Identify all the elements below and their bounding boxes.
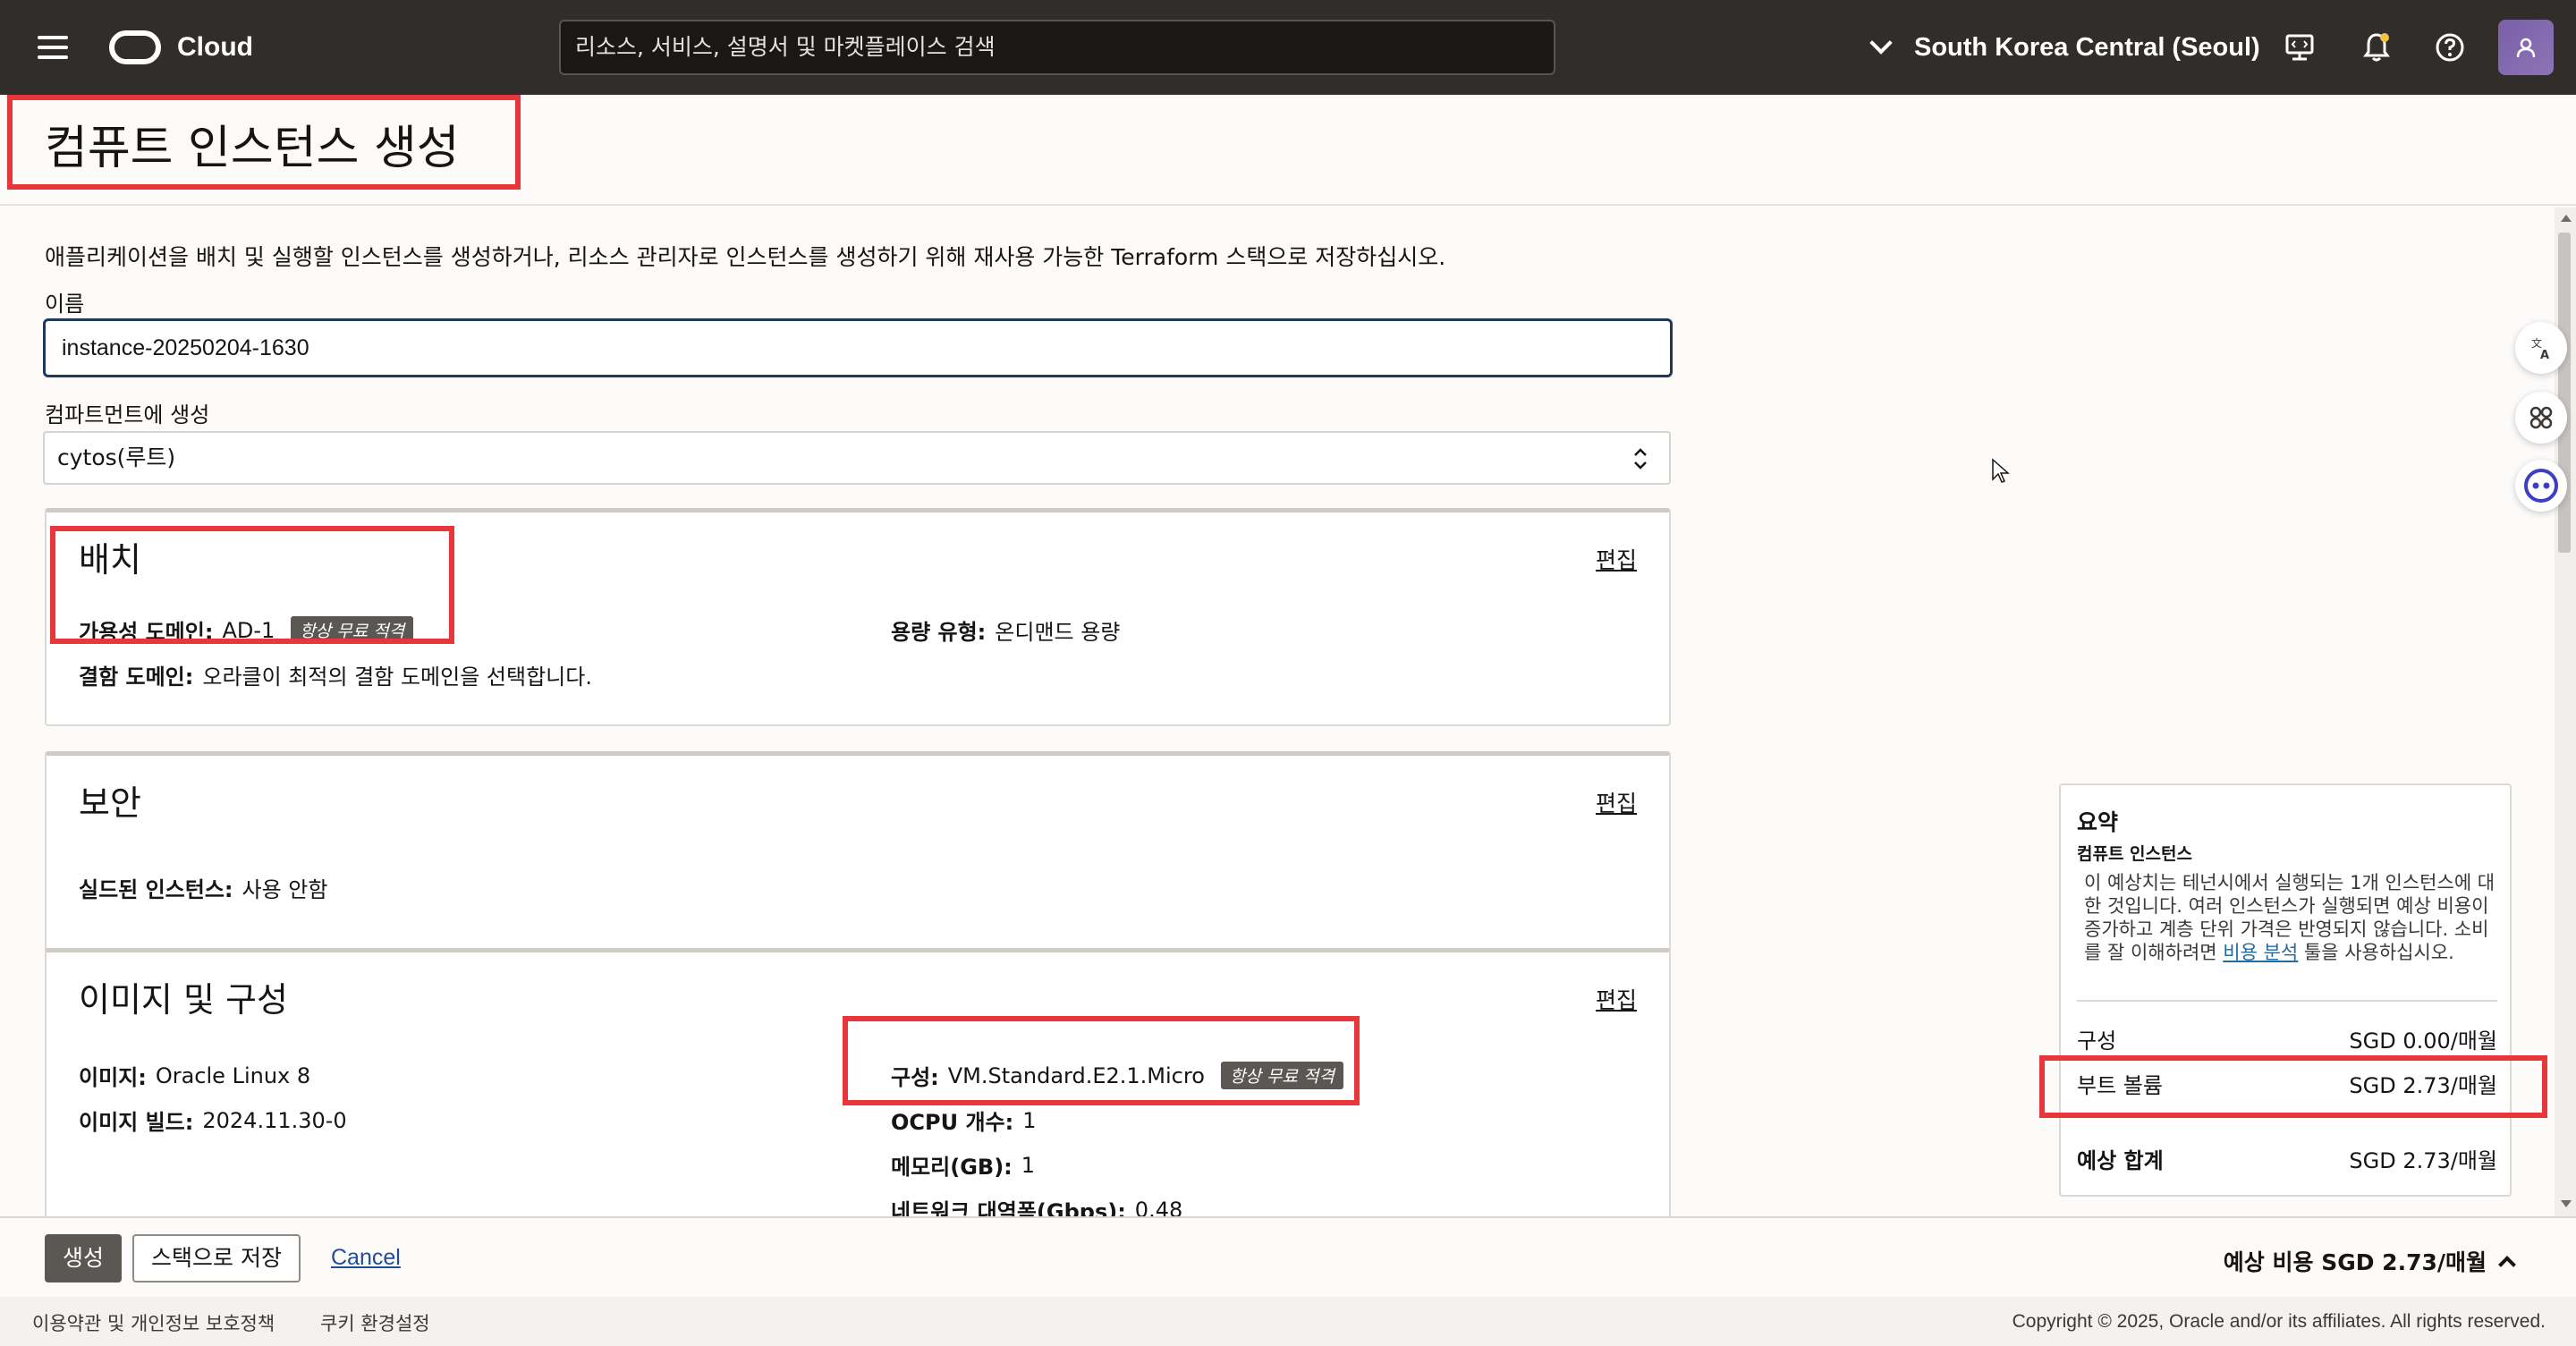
ocpu-key: OCPU 개수:	[891, 1110, 1014, 1135]
mouse-cursor-icon	[1992, 458, 2010, 483]
image-build-value: 2024.11.30-0	[202, 1107, 347, 1133]
summary-subtitle: 컴퓨트 인스턴스	[2077, 844, 2192, 864]
cookie-preferences-link[interactable]: 쿠키 환경설정	[320, 1309, 430, 1336]
cost-analysis-link[interactable]: 비용 분석	[2223, 942, 2298, 963]
memory-value: 1	[1021, 1152, 1036, 1178]
instance-name-input[interactable]: instance-20250204-1630	[43, 318, 1673, 377]
shape-key: 구성:	[891, 1065, 939, 1090]
image-shape-edit-link[interactable]: 편집	[1596, 983, 1637, 1015]
region-selector[interactable]: South Korea Central (Seoul)	[1869, 27, 2260, 68]
estimated-cost-text: 예상 비용 SGD 2.73/매월	[2223, 1249, 2487, 1275]
name-label: 이름	[45, 292, 85, 317]
compartment-select[interactable]: cytos(루트)	[43, 431, 1671, 485]
save-as-stack-button[interactable]: 스택으로 저장	[132, 1234, 301, 1283]
create-button[interactable]: 생성	[45, 1234, 122, 1283]
notifications-bell-icon[interactable]	[2358, 29, 2395, 66]
summary-row-label: 부트 볼륨	[2077, 1073, 2163, 1098]
availability-domain: 가용성 도메인: AD-1 항상 무료 적격	[79, 614, 414, 646]
image-shape-card: 이미지 및 구성 편집 이미지: Oracle Linux 8 이미지 빌드: …	[45, 948, 1671, 1216]
developer-tools-icon[interactable]	[2281, 29, 2318, 66]
fault-domain: 결함 도메인: 오라클이 최적의 결함 도메인을 선택합니다.	[79, 659, 592, 690]
terms-privacy-link[interactable]: 이용약관 및 개인정보 보호정책	[32, 1309, 275, 1336]
summary-row-value: SGD 2.73/매월	[2349, 1073, 2497, 1098]
always-free-badge: 항상 무료 적격	[1220, 1062, 1343, 1089]
page-title-area: 컴퓨트 인스턴스 생성	[0, 95, 2576, 206]
summary-note-text-end: 툴을 사용하십시오.	[2298, 942, 2454, 963]
help-icon[interactable]	[2431, 29, 2469, 66]
chevron-down-icon	[1869, 31, 1893, 55]
assistant-chat-icon[interactable]	[2515, 460, 2567, 512]
compartment-label: 컴파트먼트에 생성	[45, 402, 210, 428]
oracle-logo-icon[interactable]	[109, 30, 161, 64]
capacity-type: 용량 유형: 온디맨드 용량	[891, 614, 1120, 646]
svg-text:A: A	[2540, 349, 2549, 361]
user-avatar[interactable]	[2498, 20, 2554, 75]
image-build-key: 이미지 빌드:	[79, 1110, 194, 1135]
region-label: South Korea Central (Seoul)	[1914, 32, 2260, 62]
fault-domain-value: 오라클이 최적의 결함 도메인을 선택합니다.	[202, 665, 592, 690]
summary-row-value: SGD 0.00/매월	[2349, 1029, 2497, 1054]
network-bandwidth: 네트워크 대역폭(Gbps): 0.48	[891, 1194, 1183, 1217]
chevron-up-icon	[2498, 1256, 2516, 1274]
image-value: Oracle Linux 8	[155, 1062, 311, 1088]
search-input[interactable]: 리소스, 서비스, 설명서 및 마켓플레이스 검색	[559, 20, 1555, 75]
scroll-up-arrow-icon[interactable]	[2561, 215, 2572, 222]
summary-row-boot-volume: 부트 볼륨 SGD 2.73/매월	[2077, 1068, 2497, 1099]
summary-total-value: SGD 2.73/매월	[2349, 1148, 2497, 1173]
shielded-instance: 실드된 인스턴스: 사용 안함	[79, 872, 327, 903]
image-shape-title: 이미지 및 구성	[79, 980, 288, 1020]
menu-icon[interactable]	[38, 36, 68, 59]
action-bar: 생성 스택으로 저장 Cancel 예상 비용 SGD 2.73/매월	[0, 1216, 2576, 1297]
summary-divider	[2077, 1000, 2497, 1002]
ocpu-count: OCPU 개수: 1	[891, 1105, 1037, 1136]
security-card: 보안 편집 실드된 인스턴스: 사용 안함	[45, 751, 1671, 955]
summary-row-total: 예상 합계 SGD 2.73/매월	[2077, 1143, 2497, 1174]
brand-name[interactable]: Cloud	[177, 30, 253, 64]
image-build: 이미지 빌드: 2024.11.30-0	[79, 1105, 347, 1136]
availability-domain-key: 가용성 도메인:	[79, 620, 214, 645]
shape: 구성: VM.Standard.E2.1.Micro 항상 무료 적격	[891, 1060, 1343, 1091]
summary-title: 요약	[2077, 809, 2119, 835]
summary-row-label: 구성	[2077, 1029, 2117, 1054]
apps-grid-icon[interactable]	[2515, 392, 2567, 444]
placement-title: 배치	[79, 540, 141, 580]
shielded-instance-key: 실드된 인스턴스:	[79, 877, 233, 902]
scroll-down-arrow-icon[interactable]	[2561, 1200, 2572, 1207]
summary-panel: 요약 컴퓨트 인스턴스 이 예상치는 테넌시에서 실행되는 1개 인스턴스에 대…	[2059, 783, 2512, 1197]
shielded-instance-value: 사용 안함	[242, 877, 328, 902]
ocpu-value: 1	[1022, 1107, 1037, 1133]
fault-domain-key: 결함 도메인:	[79, 665, 194, 690]
security-title: 보안	[79, 783, 141, 823]
top-navigation-bar: Cloud 리소스, 서비스, 설명서 및 마켓플레이스 검색 South Ko…	[0, 0, 2576, 95]
memory-key: 메모리(GB):	[891, 1155, 1013, 1180]
security-edit-link[interactable]: 편집	[1596, 786, 1637, 818]
image-name: 이미지: Oracle Linux 8	[79, 1060, 310, 1091]
availability-domain-value: AD-1	[222, 617, 275, 643]
placement-edit-link[interactable]: 편집	[1596, 543, 1637, 575]
cancel-link[interactable]: Cancel	[331, 1245, 401, 1271]
network-key: 네트워크 대역폭(Gbps):	[891, 1199, 1126, 1216]
capacity-type-value: 온디맨드 용량	[995, 620, 1121, 645]
summary-total-label: 예상 합계	[2077, 1148, 2164, 1173]
capacity-type-key: 용량 유형:	[891, 620, 987, 645]
summary-note: 이 예상치는 테넌시에서 실행되는 1개 인스턴스에 대한 것입니다. 여러 인…	[2084, 871, 2496, 964]
select-arrows-icon	[1634, 448, 1647, 470]
estimated-cost-toggle[interactable]: 예상 비용 SGD 2.73/매월	[2223, 1245, 2516, 1277]
image-key: 이미지:	[79, 1065, 147, 1090]
always-free-badge: 항상 무료 적격	[291, 616, 414, 644]
translate-icon[interactable]: 文A	[2515, 322, 2567, 374]
placement-card: 배치 편집 가용성 도메인: AD-1 항상 무료 적격 용량 유형: 온디맨드…	[45, 508, 1671, 726]
copyright-text: Copyright © 2025, Oracle and/or its affi…	[2012, 1311, 2546, 1332]
user-icon	[2516, 38, 2536, 58]
summary-row-shape: 구성 SGD 0.00/매월	[2077, 1023, 2497, 1054]
page-description: 애플리케이션을 배치 및 실행할 인스턴스를 생성하거나, 리소스 관리자로 인…	[45, 244, 1446, 270]
network-value: 0.48	[1134, 1197, 1183, 1217]
scrollbar-thumb[interactable]	[2558, 233, 2571, 553]
memory: 메모리(GB): 1	[891, 1149, 1035, 1181]
page-footer: 이용약관 및 개인정보 보호정책 쿠키 환경설정 Copyright © 202…	[0, 1297, 2576, 1346]
page-title: 컴퓨트 인스턴스 생성	[45, 122, 460, 175]
shape-value: VM.Standard.E2.1.Micro	[947, 1062, 1205, 1088]
svg-text:文: 文	[2531, 336, 2542, 350]
compartment-value: cytos(루트)	[57, 444, 176, 470]
